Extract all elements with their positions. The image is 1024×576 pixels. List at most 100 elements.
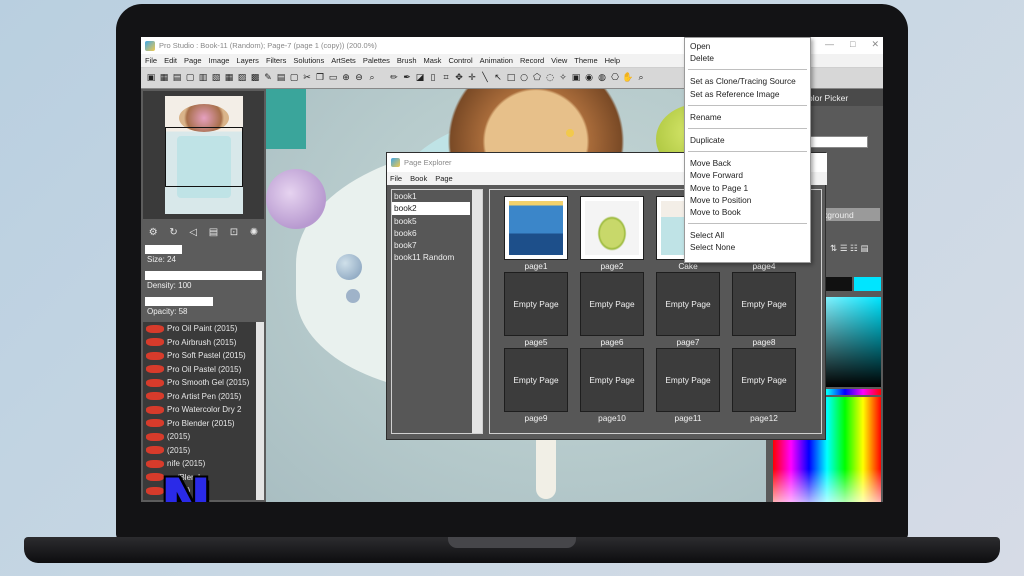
brush-settings-icon[interactable]: ⚙ [149,227,158,238]
navigator-viewport-frame[interactable] [165,127,243,187]
pencil-icon[interactable]: ✏ [388,72,400,84]
save-icon[interactable]: ▣ [145,72,157,84]
brush-tool-icon[interactable]: ✎ [262,72,274,84]
book-icon[interactable]: ▥ [197,72,209,84]
context-item-move-to-book[interactable]: Move to Book [685,206,810,218]
eraser-icon[interactable]: ▯ [427,72,439,84]
page-cell[interactable]: page1 [500,196,568,272]
panel-dropdown[interactable] [808,136,868,148]
rotate-icon[interactable]: ↻ [169,227,177,238]
search-icon[interactable]: ⌕ [366,72,378,84]
zoom-in-icon[interactable]: ⊕ [340,72,352,84]
context-item-set-as-reference-image[interactable]: Set as Reference Image [685,88,810,100]
book-item[interactable]: book11 Random [392,251,482,263]
brush-item[interactable]: (2015) [143,444,264,458]
magic-wand-icon[interactable]: ✧ [557,72,569,84]
page-cell[interactable]: Empty Page page11 [652,348,720,424]
book-item[interactable]: book6 [392,227,482,239]
lock-icon[interactable]: ⊡ [230,227,238,238]
brush-item[interactable]: Pro Blender (2015) [143,417,264,431]
layer-tools-icons[interactable]: ⇅ ☰ ☷ ▤ [830,244,869,254]
table-icon[interactable]: ▦ [223,72,235,84]
menu-brush[interactable]: Brush [397,56,417,65]
stamp-icon[interactable]: ▤ [209,227,218,238]
context-item-move-to-page-1[interactable]: Move to Page 1 [685,182,810,194]
bucket-icon[interactable]: ◪ [414,72,426,84]
crop-icon[interactable]: ⌗ [440,72,452,84]
pointer-icon[interactable]: ◁ [189,227,197,238]
page-thumbnail[interactable]: Empty Page [580,272,644,336]
brush-item[interactable]: Pro Soft Pastel (2015) [143,349,264,363]
page-cell[interactable]: Empty Page page6 [576,272,644,348]
frame-icon[interactable]: ▢ [288,72,300,84]
page-icon[interactable]: ▤ [171,72,183,84]
menu-file[interactable]: File [145,56,157,65]
context-item-select-none[interactable]: Select None [685,241,810,253]
context-item-rename[interactable]: Rename [685,111,810,123]
page-thumbnail[interactable]: Empty Page [580,348,644,412]
text-icon[interactable]: ▣ [570,72,582,84]
rectangle-icon[interactable]: □ [505,72,517,84]
primary-color-swatch[interactable] [824,277,852,291]
size-slider[interactable] [145,245,182,254]
book-item[interactable]: book2 [392,202,470,215]
hand-icon[interactable]: ✋ [622,72,634,84]
page-cell[interactable]: Empty Page page8 [728,272,796,348]
dropper-icon[interactable]: ◍ [596,72,608,84]
page-thumbnail[interactable]: Empty Page [656,272,720,336]
page-thumbnail[interactable]: Empty Page [732,348,796,412]
panel-icon[interactable]: ▧ [210,72,222,84]
menu-filters[interactable]: Filters [266,56,286,65]
paste-icon[interactable]: ▭ [327,72,339,84]
ellipse-icon[interactable]: ○ [518,72,530,84]
brush-item[interactable]: Pro Smooth Gel (2015) [143,376,264,390]
brush-item[interactable]: Pro Oil Paint (2015) [143,322,264,336]
page-cell[interactable]: page2 [576,196,644,272]
grid-icon[interactable]: ▦ [158,72,170,84]
close-button[interactable]: ✕ [871,39,879,50]
copy-icon[interactable]: ❐ [314,72,326,84]
layout-icon[interactable]: ▨ [236,72,248,84]
brush-list-scrollbar[interactable] [256,322,264,500]
layers-icon[interactable]: ▤ [275,72,287,84]
cut-icon[interactable]: ✂ [301,72,313,84]
brush-item[interactable]: Pro Oil Pastel (2015) [143,363,264,377]
context-item-duplicate[interactable]: Duplicate [685,134,810,146]
context-item-open[interactable]: Open [685,40,810,52]
context-item-move-to-position[interactable]: Move to Position [685,194,810,206]
page-cell[interactable]: Empty Page page12 [728,348,796,424]
menu-palettes[interactable]: Palettes [363,56,390,65]
page-cell[interactable]: Empty Page page5 [500,272,568,348]
print-icon[interactable]: ▩ [249,72,261,84]
menu-theme[interactable]: Theme [574,56,597,65]
polygon-icon[interactable]: ⬠ [531,72,543,84]
minimize-button[interactable]: — [825,39,834,50]
new-page-icon[interactable]: ▢ [184,72,196,84]
explorer-menu-file[interactable]: File [390,174,402,183]
menu-view[interactable]: View [551,56,567,65]
navigator-preview[interactable] [143,91,264,219]
context-item-delete[interactable]: Delete [685,52,810,64]
density-slider[interactable] [145,271,262,280]
page-thumbnail[interactable] [580,196,644,260]
smudge-icon[interactable]: ◉ [583,72,595,84]
page-cell[interactable]: Empty Page page10 [576,348,644,424]
menu-control[interactable]: Control [448,56,472,65]
context-item-move-back[interactable]: Move Back [685,157,810,169]
page-cell[interactable]: Empty Page page7 [652,272,720,348]
menu-page[interactable]: Page [184,56,202,65]
brush-item[interactable]: (2015) [143,430,264,444]
magnifier-icon[interactable]: ⌕ [635,72,647,84]
explorer-menu-page[interactable]: Page [435,174,453,183]
menu-artsets[interactable]: ArtSets [331,56,356,65]
page-thumbnail[interactable]: Empty Page [504,348,568,412]
line-icon[interactable]: ╲ [479,72,491,84]
pen-icon[interactable]: ✒ [401,72,413,84]
book-item[interactable]: book1 [392,190,482,202]
maximize-button[interactable]: □ [850,39,855,50]
secondary-color-swatch[interactable] [854,277,881,291]
menu-solutions[interactable]: Solutions [293,56,324,65]
context-item-set-as-clone-tracing-source[interactable]: Set as Clone/Tracing Source [685,75,810,87]
brush-item[interactable]: Pro Airbrush (2015) [143,336,264,350]
book-item[interactable]: book5 [392,215,482,227]
